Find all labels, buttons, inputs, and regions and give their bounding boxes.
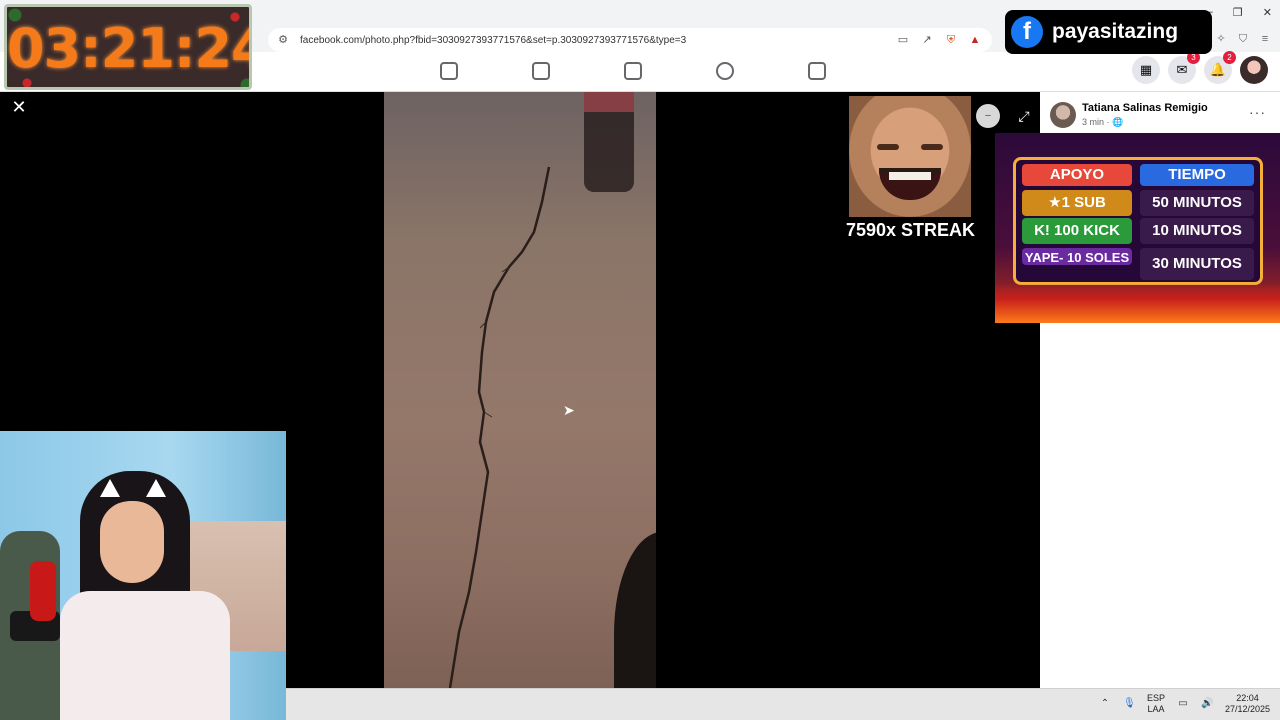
screen: { "timer": { "text": "03:21:24" }, "bran… bbox=[0, 0, 1280, 720]
meme-teeth bbox=[889, 172, 931, 180]
close-viewer-button[interactable]: ✕ bbox=[10, 98, 28, 116]
channel-brand: f payasitazing bbox=[1005, 10, 1212, 54]
webcam-feed bbox=[0, 431, 286, 720]
gaming-icon[interactable] bbox=[808, 62, 826, 80]
system-tray: ⌃ 🎙 ESP LAA ▭ 🔊 22:04 27/12/2025 bbox=[1099, 693, 1270, 715]
network-icon[interactable]: ▭ bbox=[1177, 698, 1189, 710]
microphone bbox=[30, 561, 56, 621]
clock-date: 27/12/2025 bbox=[1224, 704, 1270, 714]
chevron-up-icon[interactable]: ⌃ bbox=[1099, 698, 1111, 710]
browser-extensions: ✧ ⛉ ≡ bbox=[1214, 32, 1272, 46]
promo-row-time: 50 MINUTOS bbox=[1140, 190, 1254, 216]
grid-icon: ▦ bbox=[1139, 62, 1153, 77]
close-window-button[interactable]: ✕ bbox=[1263, 6, 1272, 19]
window-controls: — ❐ ✕ bbox=[1202, 6, 1272, 19]
vpn-icon[interactable]: ⛉ bbox=[1236, 32, 1250, 46]
mouse-cursor-icon: ➤ bbox=[563, 402, 575, 418]
share-icon[interactable]: ↗ bbox=[920, 33, 934, 47]
marketplace-icon[interactable] bbox=[624, 62, 642, 80]
promo-row-support: ★1 SUB bbox=[1022, 190, 1132, 216]
leo-ai-icon[interactable]: ✧ bbox=[1214, 32, 1228, 46]
fullscreen-button[interactable]: ⤢ bbox=[1012, 104, 1036, 128]
brave-shield-icon[interactable]: ⛨ bbox=[944, 33, 958, 47]
cat-ears-headband bbox=[98, 479, 168, 499]
brave-rewards-icon[interactable]: ▲ bbox=[968, 33, 982, 47]
post-header: Tatiana Salinas Remigio 3 min · 🌐 bbox=[1050, 102, 1208, 128]
layout-code: LAA bbox=[1147, 704, 1165, 714]
zoom-out-button[interactable]: − bbox=[976, 104, 1000, 128]
post-meta: Tatiana Salinas Remigio 3 min · 🌐 bbox=[1082, 102, 1208, 128]
maximize-button[interactable]: ❐ bbox=[1233, 6, 1243, 19]
site-settings-icon[interactable]: ⚙ bbox=[276, 33, 290, 47]
bell-icon: 🔔 bbox=[1209, 62, 1227, 77]
messenger-icon: ✉ bbox=[1176, 62, 1188, 77]
promo-row-time: 30 MINUTOS bbox=[1140, 248, 1254, 280]
cast-icon[interactable]: ▭ bbox=[896, 33, 910, 47]
promo-header-time: TIEMPO bbox=[1140, 164, 1254, 186]
globe-icon: 🌐 bbox=[1112, 117, 1124, 127]
messenger-button[interactable]: ✉ 3 bbox=[1168, 51, 1200, 84]
stream-timer: 03:21:24 bbox=[4, 4, 252, 90]
facebook-nav-tabs bbox=[440, 62, 826, 80]
support-promo-overlay: APOYO TIEMPO ★1 SUB 50 MINUTOS K! 100 KI… bbox=[995, 133, 1280, 323]
author-name[interactable]: Tatiana Salinas Remigio bbox=[1082, 102, 1208, 114]
promo-row-time: 10 MINUTOS bbox=[1140, 218, 1254, 244]
language-indicator[interactable]: ESP LAA bbox=[1147, 693, 1165, 715]
streak-meme-image bbox=[849, 96, 971, 217]
promo-header-support: APOYO bbox=[1022, 164, 1132, 186]
volume-icon[interactable]: 🔊 bbox=[1201, 698, 1213, 710]
language-code: ESP bbox=[1146, 693, 1165, 703]
post-time-text[interactable]: 3 min · bbox=[1082, 117, 1112, 127]
promo-row-support: K! 100 KICK bbox=[1022, 218, 1132, 244]
address-bar-icons: ▭ ↗ ⛨ ▲ bbox=[896, 33, 982, 47]
windows-taskbar: ⌃ 🎙 ESP LAA ▭ 🔊 22:04 27/12/2025 bbox=[286, 688, 1280, 720]
address-bar[interactable]: ⚙ facebook.com/photo.php?fbid=3030927393… bbox=[268, 28, 992, 52]
webcam-face bbox=[100, 501, 164, 583]
url-text[interactable]: facebook.com/photo.php?fbid=303092739377… bbox=[300, 35, 686, 46]
video-icon[interactable] bbox=[532, 62, 550, 80]
promo-fire-decoration bbox=[995, 283, 1280, 323]
system-clock[interactable]: 22:04 27/12/2025 bbox=[1225, 693, 1270, 715]
ground-crack-drawing bbox=[448, 166, 551, 688]
author-avatar[interactable] bbox=[1050, 102, 1076, 128]
channel-name: payasitazing bbox=[1052, 20, 1179, 43]
post-time: 3 min · 🌐 bbox=[1082, 117, 1208, 128]
meme-eye-left bbox=[877, 144, 899, 150]
post-more-button[interactable]: ··· bbox=[1249, 104, 1266, 120]
viewer-tools: − ⤢ bbox=[976, 104, 1036, 128]
notifications-button[interactable]: 🔔 2 bbox=[1204, 51, 1236, 84]
timer-text: 03:21:24 bbox=[7, 17, 252, 80]
groups-icon[interactable] bbox=[716, 62, 734, 80]
facebook-logo-icon: f bbox=[1011, 16, 1043, 48]
notifications-badge: 2 bbox=[1223, 51, 1236, 64]
streak-counter: 7590x STREAK bbox=[845, 220, 976, 240]
profile-avatar[interactable] bbox=[1240, 56, 1268, 84]
meme-eye-right bbox=[921, 144, 943, 150]
promo-row-support: YAPE- 10 SOLES bbox=[1022, 248, 1132, 265]
facebook-nav-right: ▦ ✉ 3 🔔 2 bbox=[1132, 51, 1268, 84]
microphone-icon[interactable]: 🎙 bbox=[1123, 698, 1136, 710]
clock-time: 22:04 bbox=[1236, 693, 1259, 703]
menu-icon[interactable]: ≡ bbox=[1258, 32, 1272, 46]
home-icon[interactable] bbox=[440, 62, 458, 80]
photo-image[interactable] bbox=[384, 92, 656, 688]
menu-grid-button[interactable]: ▦ bbox=[1132, 56, 1160, 84]
promo-table: APOYO TIEMPO ★1 SUB 50 MINUTOS K! 100 KI… bbox=[1013, 157, 1263, 285]
webcam-body bbox=[60, 591, 230, 720]
